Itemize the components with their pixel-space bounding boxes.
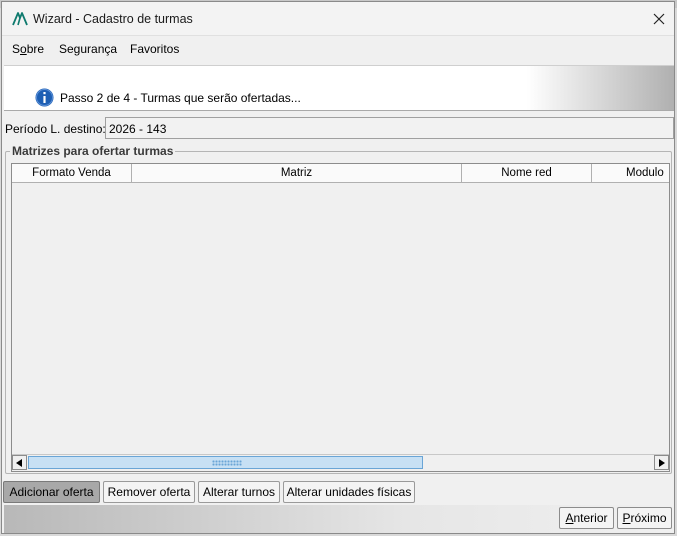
change-units-button[interactable]: Alterar unidades físicas (283, 481, 415, 503)
title-bar: Wizard - Cadastro de turmas (2, 2, 674, 36)
menu-seguranca[interactable]: Segurança (59, 42, 117, 56)
menu-favoritos[interactable]: Favoritos (130, 42, 179, 56)
mountain-logo-icon (12, 12, 28, 26)
next-button[interactable]: Próximo (617, 507, 672, 529)
horizontal-scrollbar[interactable] (12, 454, 669, 471)
close-button[interactable] (644, 2, 674, 35)
scroll-left-button[interactable] (12, 455, 27, 470)
period-label: Período L. destino: (5, 122, 106, 136)
matrices-table[interactable]: Formato Venda Matriz Nome red Modulo (11, 163, 670, 472)
close-icon (653, 13, 665, 24)
window-title: Wizard - Cadastro de turmas (33, 12, 193, 26)
menu-sobre[interactable]: Sobre (12, 42, 44, 56)
column-header-matriz[interactable]: Matriz (132, 164, 462, 183)
change-shifts-button[interactable]: Alterar turnos (198, 481, 280, 503)
column-header-modulo[interactable]: Modulo (592, 164, 669, 183)
remove-offer-button[interactable]: Remover oferta (103, 481, 195, 503)
menu-bar: Sobre Segurança Favoritos (2, 36, 674, 62)
step-text: Passo 2 de 4 - Turmas que serão ofertada… (60, 91, 301, 105)
add-offer-button[interactable]: Adicionar oferta (3, 481, 100, 503)
arrow-left-icon (16, 458, 22, 467)
group-title: Matrizes para ofertar turmas (10, 144, 176, 158)
scroll-right-button[interactable] (654, 455, 669, 470)
period-field[interactable]: 2026 - 143 (105, 117, 674, 139)
arrow-right-icon (659, 458, 665, 467)
wizard-window: Wizard - Cadastro de turmas Sobre Segura… (1, 1, 675, 534)
info-icon (35, 88, 54, 107)
scrollbar-grip (212, 460, 242, 466)
step-banner: Passo 2 de 4 - Turmas que serão ofertada… (4, 65, 674, 111)
column-header-nome-red[interactable]: Nome red (462, 164, 592, 183)
previous-button[interactable]: Anterior (559, 507, 614, 529)
scrollbar-thumb[interactable] (28, 456, 423, 469)
column-header-formato-venda[interactable]: Formato Venda (12, 164, 132, 183)
